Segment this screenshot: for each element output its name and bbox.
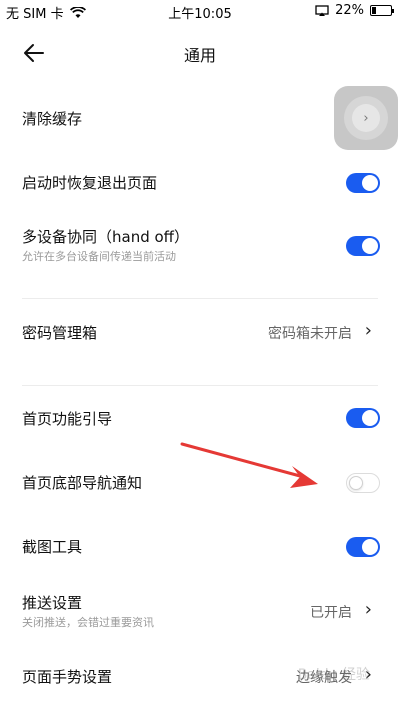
assistive-touch-button[interactable]: › xyxy=(334,86,398,150)
toggle-knob xyxy=(362,410,378,426)
battery-percent: 22% xyxy=(335,3,364,18)
handoff-row: 多设备协同（hand off） 允许在多台设备间传递当前活动 xyxy=(0,222,400,272)
chevron-right-icon: › xyxy=(364,599,372,620)
push-settings-value: 已开启 xyxy=(310,605,352,621)
screenshot-tool-toggle[interactable] xyxy=(346,537,380,557)
nav-bar: 通用 xyxy=(0,28,400,78)
chevron-right-icon: › xyxy=(364,320,372,341)
handoff-toggle[interactable] xyxy=(346,236,380,256)
divider xyxy=(22,385,378,386)
chevron-right-icon: › xyxy=(352,104,380,132)
screen-mirror-icon xyxy=(315,4,329,16)
password-manager-label: 密码管理箱 xyxy=(22,324,98,342)
status-bar: 无 SIM 卡 上午10:05 22% xyxy=(0,0,400,22)
bottom-nav-notice-toggle[interactable] xyxy=(346,473,380,493)
status-right: 22% xyxy=(315,3,394,18)
restore-pages-row: 启动时恢复退出页面 xyxy=(0,160,400,206)
divider xyxy=(22,298,378,299)
restore-pages-label: 启动时恢复退出页面 xyxy=(22,174,158,192)
watermark-logo: Baidu 经验 xyxy=(297,667,370,683)
toggle-knob xyxy=(362,238,378,254)
screenshot-tool-label: 截图工具 xyxy=(22,538,83,556)
password-manager-row[interactable]: 密码管理箱 密码箱未开启 › xyxy=(0,310,400,356)
screenshot-tool-row: 截图工具 xyxy=(0,524,400,570)
toggle-knob xyxy=(362,539,378,555)
home-guide-label: 首页功能引导 xyxy=(22,410,113,428)
push-settings-row[interactable]: 推送设置 关闭推送，会错过重要资讯 已开启 › xyxy=(0,588,400,638)
clear-cache-label: 清除缓存 xyxy=(22,110,83,128)
bottom-nav-notice-label: 首页底部导航通知 xyxy=(22,474,143,492)
handoff-subtitle: 允许在多台设备间传递当前活动 xyxy=(22,250,176,263)
restore-pages-toggle[interactable] xyxy=(346,173,380,193)
home-guide-row: 首页功能引导 xyxy=(0,396,400,442)
bottom-nav-notice-row: 首页底部导航通知 xyxy=(0,460,400,506)
page-title: 通用 xyxy=(183,46,216,65)
battery-fill xyxy=(372,7,376,14)
push-settings-subtitle: 关闭推送，会错过重要资讯 xyxy=(22,616,154,629)
home-guide-toggle[interactable] xyxy=(346,408,380,428)
toggle-knob xyxy=(349,476,363,490)
battery-icon xyxy=(370,5,394,16)
handoff-label: 多设备协同（hand off） xyxy=(22,228,190,246)
push-settings-label: 推送设置 xyxy=(22,594,83,612)
password-manager-value: 密码箱未开启 xyxy=(268,326,352,342)
toggle-knob xyxy=(362,175,378,191)
gesture-settings-label: 页面手势设置 xyxy=(22,668,113,686)
